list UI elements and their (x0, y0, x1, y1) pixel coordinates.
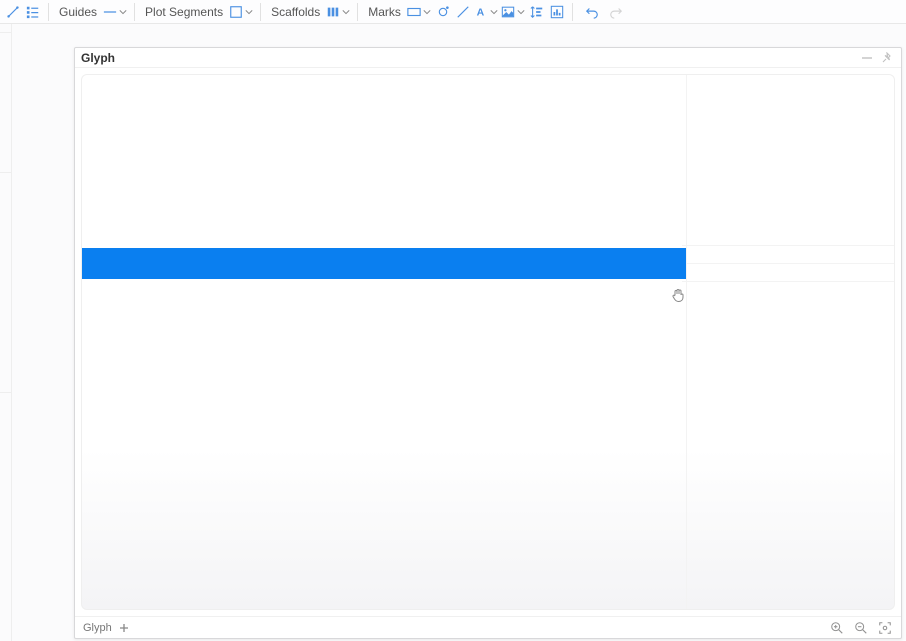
chevron-down-icon (422, 7, 432, 17)
mark-rectangle-dropdown[interactable] (407, 5, 432, 19)
guide-horizontal (686, 263, 894, 264)
toolbar-separator (260, 3, 261, 21)
svg-text:A: A (477, 6, 485, 18)
pin-icon[interactable] (879, 50, 895, 66)
chevron-down-icon (118, 7, 128, 17)
toolbar-separator (357, 3, 358, 21)
mark-data-axis-icon[interactable] (528, 3, 546, 21)
undo-redo-group (583, 3, 625, 21)
chevron-down-icon (341, 7, 351, 17)
plot-segments-dropdown[interactable] (229, 5, 254, 19)
legend-icon[interactable] (24, 3, 42, 21)
collapse-icon[interactable] (859, 50, 875, 66)
toolbar: Guides Plot Segments Scaffolds Marks (0, 0, 906, 24)
marks-label: Marks (364, 5, 405, 19)
guide-horizontal (682, 245, 894, 246)
glyph-tab[interactable]: Glyph (83, 622, 112, 634)
glyph-panel: Glyph Glyph (74, 47, 902, 639)
toolbar-separator (134, 3, 135, 21)
hand-cursor-icon (670, 287, 686, 303)
mark-symbol-icon[interactable] (434, 3, 452, 21)
add-glyph-button[interactable] (118, 622, 130, 634)
zoom-fit-button[interactable] (877, 620, 893, 636)
mark-line-icon[interactable] (454, 3, 472, 21)
guides-label: Guides (55, 5, 101, 19)
toolbar-separator (572, 3, 573, 21)
chevron-down-icon (244, 7, 254, 17)
chevron-down-icon (516, 7, 526, 17)
plot-segments-label: Plot Segments (141, 5, 227, 19)
toolbar-separator (48, 3, 49, 21)
mark-text-dropdown[interactable]: A (474, 5, 499, 19)
guides-dropdown[interactable] (103, 5, 128, 19)
guide-horizontal (682, 281, 894, 282)
glyph-panel-footer: Glyph (75, 616, 901, 638)
glyph-mark-rectangle[interactable] (82, 248, 686, 279)
redo-button[interactable] (607, 3, 625, 21)
glyph-panel-header: Glyph (75, 48, 901, 68)
chevron-down-icon (489, 7, 499, 17)
mark-image-dropdown[interactable] (501, 5, 526, 19)
undo-button[interactable] (583, 3, 601, 21)
zoom-out-button[interactable] (853, 620, 869, 636)
scaffolds-dropdown[interactable] (326, 5, 351, 19)
left-rail (0, 24, 12, 641)
zoom-in-button[interactable] (829, 620, 845, 636)
scaffolds-label: Scaffolds (267, 5, 324, 19)
mark-nested-chart-icon[interactable] (548, 3, 566, 21)
guide-vertical (686, 75, 687, 609)
glyph-panel-title: Glyph (81, 51, 859, 65)
link-icon[interactable] (4, 3, 22, 21)
glyph-canvas[interactable] (81, 74, 895, 610)
